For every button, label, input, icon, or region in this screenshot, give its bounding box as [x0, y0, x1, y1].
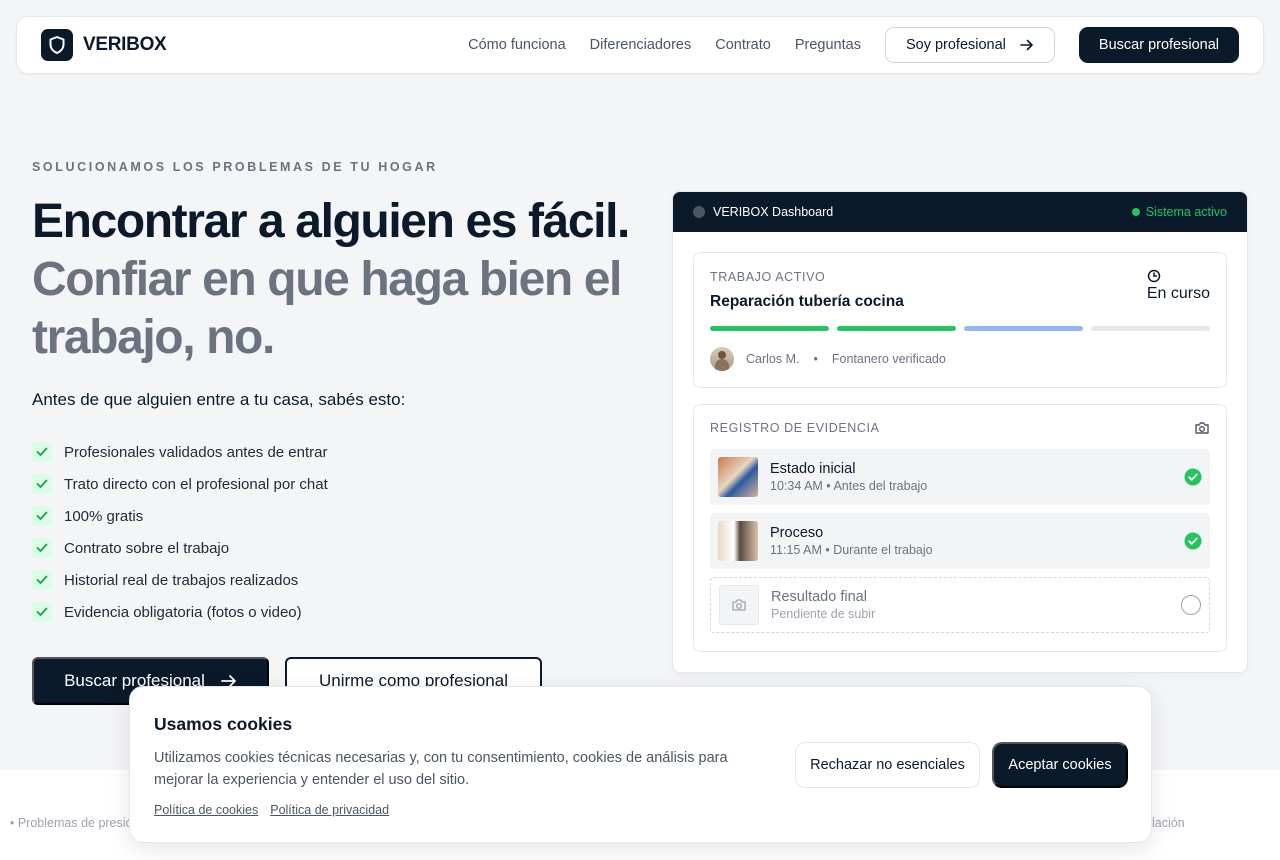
check-icon — [32, 442, 52, 462]
active-job-title: Reparación tubería cocina — [710, 293, 904, 310]
feature-text: Historial real de trabajos realizados — [64, 571, 299, 589]
marquee-text-left: • Problemas de presió — [10, 816, 133, 830]
soy-profesional-button[interactable]: Soy profesional — [884, 27, 1055, 63]
window-dot-icon — [693, 206, 705, 218]
nav-link-como-funciona[interactable]: Cómo funciona — [468, 37, 566, 53]
active-job-label: TRABAJO ACTIVO — [710, 270, 826, 284]
cookie-policy-links: Política de cookies Política de privacid… — [154, 803, 389, 817]
list-item: 100% gratis — [32, 500, 328, 532]
soy-profesional-label: Soy profesional — [905, 37, 1006, 53]
hero-title-line2: Confiar en que haga bien el trabajo, no. — [32, 253, 622, 364]
evidence-item-proceso[interactable]: Proceso 11:15 AM • Durante el trabajo — [710, 513, 1210, 569]
brand-name: VERIBOX — [83, 34, 167, 55]
evidence-meta: 10:34 AM • Antes del trabajo — [770, 479, 928, 493]
feature-text: Profesionales validados antes de entrar — [64, 443, 328, 461]
nav-links: Cómo funciona Diferenciadores Contrato P… — [468, 37, 861, 53]
worker-name: Carlos M. — [746, 352, 800, 366]
evidence-meta: 11:15 AM • Durante el trabajo — [770, 543, 933, 557]
list-item: Contrato sobre el trabajo — [32, 532, 328, 564]
progress-segment — [1091, 326, 1210, 331]
cookie-description: Utilizamos cookies técnicas necesarias y… — [154, 750, 728, 788]
hero-eyebrow: SOLUCIONAMOS LOS PROBLEMAS DE TU HOGAR — [32, 160, 438, 174]
cookie-title: Usamos cookies — [154, 714, 293, 734]
system-status: Sistema activo — [1131, 205, 1227, 219]
cookie-banner: Usamos cookies Utilizamos cookies técnic… — [129, 686, 1152, 843]
check-circle-icon — [1184, 468, 1202, 486]
cookie-policy-link[interactable]: Política de cookies — [154, 803, 258, 817]
worker-role: Fontanero verificado — [831, 352, 946, 366]
feature-text: Evidencia obligatoria (fotos o video) — [64, 603, 302, 621]
list-item: Evidencia obligatoria (fotos o video) — [32, 596, 328, 628]
camera-placeholder-icon — [719, 585, 759, 625]
arrow-right-icon — [1020, 39, 1033, 51]
progress-segment — [964, 326, 1083, 331]
evidence-item-estado-inicial[interactable]: Estado inicial 10:34 AM • Antes del trab… — [710, 449, 1210, 505]
privacy-policy-link[interactable]: Política de privacidad — [270, 803, 389, 817]
evidence-photo-thumbnail — [718, 457, 758, 497]
list-item: Profesionales validados antes de entrar — [32, 436, 328, 468]
brand-logo[interactable]: VERIBOX — [41, 29, 167, 61]
nav-link-diferenciadores[interactable]: Diferenciadores — [590, 37, 692, 53]
dashboard-header: VERIBOX Dashboard Sistema activo — [673, 192, 1247, 232]
feature-text: Trato directo con el profesional por cha… — [64, 475, 328, 493]
avatar — [710, 347, 734, 371]
marquee-text-right: lación — [1152, 816, 1185, 830]
check-icon — [32, 570, 52, 590]
evidence-item-resultado-final[interactable]: Resultado final Pendiente de subir — [710, 577, 1210, 633]
evidence-name: Proceso — [770, 525, 824, 541]
feature-checklist: Profesionales validados antes de entrar … — [32, 436, 328, 628]
job-state-label: En curso — [1146, 285, 1210, 302]
hero-title-line1: Encontrar a alguien es fácil. — [32, 195, 630, 248]
top-navbar: VERIBOX Cómo funciona Diferenciadores Co… — [16, 16, 1264, 74]
job-state: En curso — [1147, 269, 1210, 303]
shield-icon — [41, 29, 73, 61]
check-icon — [32, 506, 52, 526]
feature-text: 100% gratis — [64, 507, 144, 525]
progress-segment — [837, 326, 956, 331]
evidence-meta: Pendiente de subir — [771, 607, 876, 621]
check-icon — [32, 538, 52, 558]
evidence-name: Estado inicial — [770, 461, 856, 477]
dashboard-preview: VERIBOX Dashboard Sistema activo TRABAJO… — [672, 191, 1248, 673]
status-dot-icon — [1131, 208, 1140, 216]
hero-lead: Antes de que alguien entre a tu casa, sa… — [32, 390, 406, 409]
active-job-card: TRABAJO ACTIVO Reparación tubería cocina… — [693, 252, 1227, 388]
reject-cookies-button[interactable]: Rechazar no esenciales — [795, 742, 980, 788]
system-status-label: Sistema activo — [1145, 205, 1227, 219]
check-icon — [32, 602, 52, 622]
hero-title: Encontrar a alguien es fácil. Confiar en… — [32, 193, 652, 367]
list-item: Trato directo con el profesional por cha… — [32, 468, 328, 500]
evidence-log-label: REGISTRO DE EVIDENCIA — [710, 421, 880, 435]
camera-icon[interactable] — [1194, 421, 1210, 435]
progress-segment — [710, 326, 829, 331]
evidence-name: Resultado final — [771, 589, 867, 605]
check-icon — [32, 474, 52, 494]
nav-link-contrato[interactable]: Contrato — [715, 37, 771, 53]
accept-cookies-button[interactable]: Aceptar cookies — [992, 742, 1128, 788]
list-item: Historial real de trabajos realizados — [32, 564, 328, 596]
clock-icon — [1147, 269, 1161, 283]
feature-text: Contrato sobre el trabajo — [64, 539, 230, 557]
job-progress-bar — [710, 326, 1210, 331]
nav-buscar-profesional-button[interactable]: Buscar profesional — [1078, 27, 1239, 63]
evidence-log-card: REGISTRO DE EVIDENCIA Estado inicial 10:… — [693, 404, 1227, 652]
pending-circle-icon — [1181, 595, 1201, 615]
separator-dot: • — [813, 352, 818, 366]
assigned-worker: Carlos M. • Fontanero verificado — [710, 347, 946, 371]
nav-link-preguntas[interactable]: Preguntas — [795, 37, 861, 53]
check-circle-icon — [1184, 532, 1202, 550]
dashboard-title: VERIBOX Dashboard — [713, 205, 834, 219]
evidence-photo-thumbnail — [718, 521, 758, 561]
